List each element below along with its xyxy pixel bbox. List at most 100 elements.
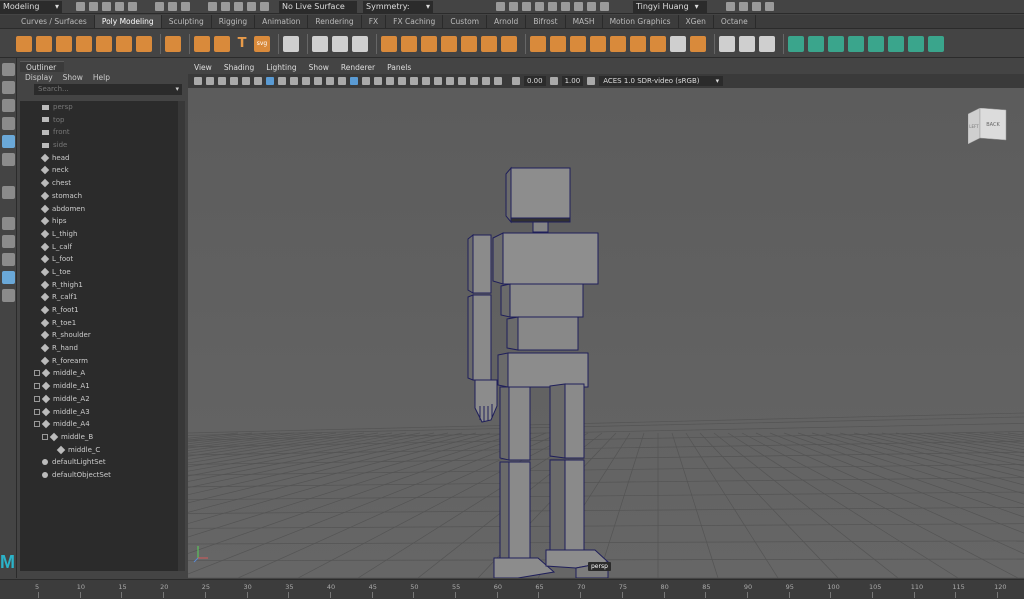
render-setup-icon[interactable] (561, 2, 570, 11)
bridge-icon[interactable] (550, 35, 566, 52)
open-scene-icon[interactable] (89, 2, 98, 11)
new-scene-icon[interactable] (76, 2, 85, 11)
soft-select-icon[interactable] (2, 186, 15, 199)
select-component-icon[interactable] (181, 2, 190, 11)
viewport-menu-shading[interactable]: Shading (224, 62, 254, 74)
xray-joints-icon[interactable] (482, 77, 490, 85)
delete-history-icon[interactable] (352, 35, 368, 52)
type-tool-icon[interactable]: T (234, 36, 250, 52)
boolean-icon[interactable] (441, 35, 457, 52)
abdomen-mesh[interactable] (517, 316, 579, 351)
outliner-item[interactable]: hips (20, 215, 178, 228)
depth-of-field-icon[interactable] (446, 77, 454, 85)
view-cube[interactable]: LEFT BACK (968, 108, 1010, 144)
viewport-scene[interactable] (188, 88, 1024, 578)
outliner-item[interactable]: middle_A (20, 367, 178, 380)
outliner-scrollbar[interactable] (178, 101, 185, 571)
poly-disc-icon[interactable] (136, 35, 152, 52)
r-thigh-mesh[interactable] (564, 383, 585, 459)
sweep-mesh-icon[interactable] (214, 35, 230, 52)
snap-point-icon[interactable] (234, 2, 243, 11)
poly-torus-icon[interactable] (96, 35, 112, 52)
four-view-icon[interactable] (2, 235, 15, 248)
insert-edge-loop-icon[interactable] (739, 35, 755, 52)
cylindrical-mapping-icon[interactable] (808, 35, 824, 52)
outliner-item[interactable]: R_hand (20, 342, 178, 355)
bevel-icon[interactable] (570, 35, 586, 52)
shelf-tab-curves-surfaces[interactable]: Curves / Surfaces (14, 15, 95, 28)
outliner-item[interactable]: R_calf1 (20, 291, 178, 304)
outliner-item[interactable]: R_forearm (20, 355, 178, 368)
chest-mesh[interactable] (502, 232, 599, 285)
shadows-icon[interactable] (398, 77, 406, 85)
merge-icon[interactable] (630, 35, 646, 52)
smooth-icon[interactable] (481, 35, 497, 52)
outliner-menu-help[interactable]: Help (93, 72, 110, 83)
shelf-tab-bifrost[interactable]: Bifrost (526, 15, 566, 28)
l-thigh-mesh[interactable] (508, 386, 531, 461)
camera-attributes-icon[interactable] (206, 77, 214, 85)
xray-icon[interactable] (470, 77, 478, 85)
automatic-mapping-icon[interactable] (848, 35, 864, 52)
viewport-menu-panels[interactable]: Panels (387, 62, 411, 74)
expand-icon[interactable] (34, 370, 40, 377)
outliner-item[interactable]: L_thigh (20, 228, 178, 241)
image-plane-icon[interactable] (230, 77, 238, 85)
head-mesh[interactable] (510, 167, 571, 219)
ipr-render-icon[interactable] (522, 2, 531, 11)
gate-mask-icon[interactable] (302, 77, 310, 85)
shelf-tab-custom[interactable]: Custom (443, 15, 488, 28)
shelf-tab-rigging[interactable]: Rigging (212, 15, 256, 28)
viewport-menu-view[interactable]: View (194, 62, 212, 74)
outliner-item[interactable]: middle_A3 (20, 406, 178, 419)
append-polygon-icon[interactable] (610, 35, 626, 52)
magnify-icon[interactable] (2, 289, 15, 302)
channel-box-icon[interactable] (765, 2, 774, 11)
shelf-tab-octane[interactable]: Octane (714, 15, 756, 28)
bookmarks-icon[interactable] (218, 77, 226, 85)
outliner-item[interactable]: L_calf (20, 241, 178, 254)
forearm-mesh[interactable] (472, 294, 492, 381)
expand-icon[interactable] (34, 395, 40, 402)
outliner-item[interactable]: front (20, 126, 178, 139)
viewport-menu-lighting[interactable]: Lighting (266, 62, 296, 74)
shoulder-mesh[interactable] (472, 234, 492, 294)
snap-view-icon[interactable] (247, 2, 256, 11)
outliner-item[interactable]: head (20, 152, 178, 165)
expand-icon[interactable] (34, 383, 40, 390)
r-calf-mesh[interactable] (564, 459, 585, 559)
live-surface-dropdown[interactable]: No Live Surface (279, 0, 357, 13)
outliner-item[interactable]: middle_C (20, 444, 178, 457)
light-editor-icon[interactable] (574, 2, 583, 11)
rotate-tool-icon[interactable] (2, 135, 15, 148)
separate-icon[interactable] (401, 35, 417, 52)
outliner-item[interactable]: stomach (20, 190, 178, 203)
collapse-icon[interactable] (650, 35, 666, 52)
extract-icon[interactable] (421, 35, 437, 52)
snap-grid-icon[interactable] (208, 2, 217, 11)
shelf-tab-fx[interactable]: FX (362, 15, 387, 28)
camera-based-mapping-icon[interactable] (868, 35, 884, 52)
arnold-render-icon[interactable] (587, 2, 596, 11)
hypershade-icon[interactable] (548, 2, 557, 11)
two-d-pan-zoom-icon[interactable] (242, 77, 250, 85)
target-weld-icon[interactable] (670, 35, 686, 52)
gamma-icon[interactable] (549, 77, 558, 85)
snap-curve-icon[interactable] (221, 2, 230, 11)
fill-hole-icon[interactable] (590, 35, 606, 52)
viewport-panel[interactable]: View Shading Lighting Show Renderer Panels 0.… (188, 62, 1024, 578)
outliner-item[interactable]: middle_A4 (20, 418, 178, 431)
spherical-mapping-icon[interactable] (828, 35, 844, 52)
uv-layout-icon[interactable] (888, 35, 904, 52)
snap-surface-icon[interactable] (260, 2, 269, 11)
freeze-transform-icon[interactable] (332, 35, 348, 52)
outliner-item[interactable]: R_foot1 (20, 304, 178, 317)
outliner-item[interactable]: middle_A1 (20, 380, 178, 393)
outliner-search-input[interactable]: Search... ▾ (34, 84, 182, 95)
platonic-solid-icon[interactable] (165, 35, 181, 52)
shelf-tab-mash[interactable]: MASH (566, 15, 603, 28)
outliner-item[interactable]: abdomen (20, 203, 178, 216)
lasso-tool-icon[interactable] (2, 81, 15, 94)
render-settings-icon[interactable] (535, 2, 544, 11)
render-frame-icon[interactable] (509, 2, 518, 11)
